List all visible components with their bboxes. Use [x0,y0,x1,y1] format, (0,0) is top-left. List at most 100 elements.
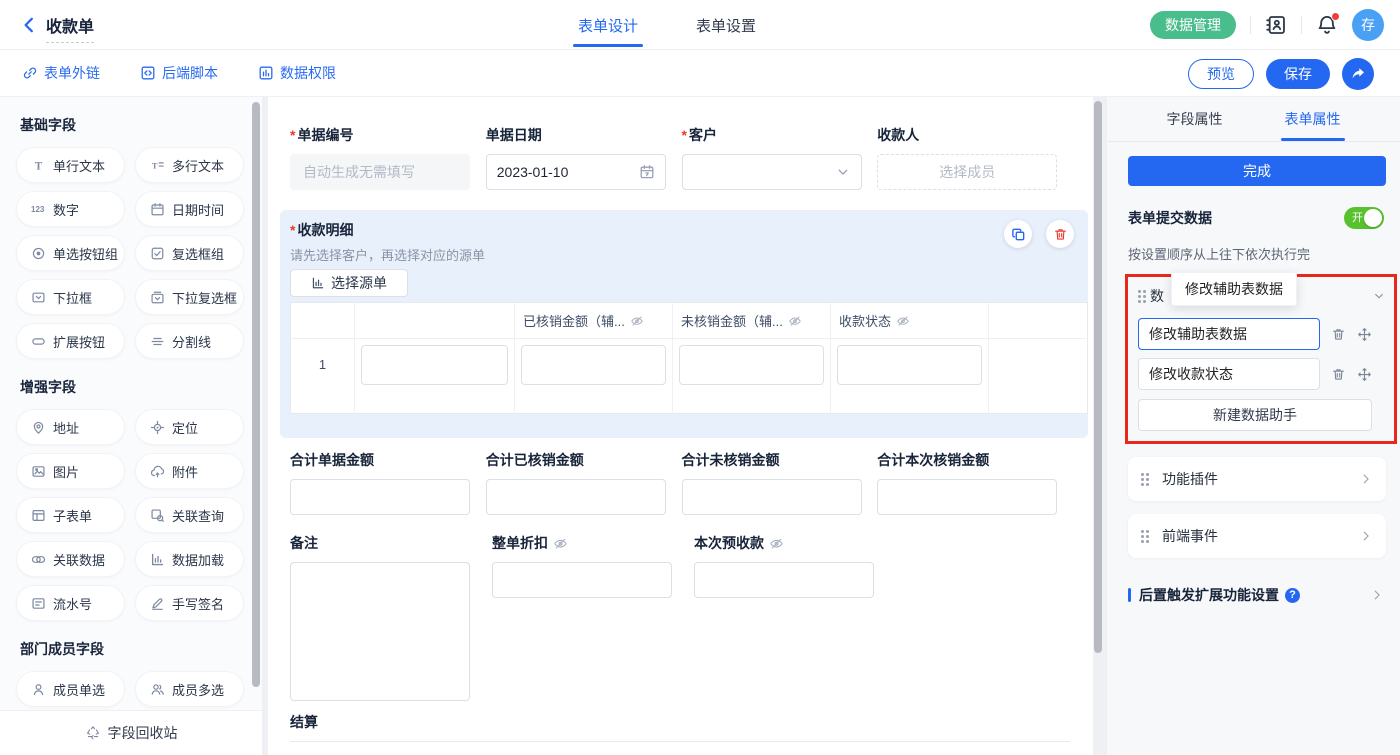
cell-input[interactable] [521,345,666,385]
remark-textarea[interactable] [290,562,470,701]
delete-subform-button[interactable] [1046,220,1074,248]
cell-input[interactable] [837,345,982,385]
new-data-assistant-button[interactable]: 新建数据助手 [1138,399,1372,431]
table-cell[interactable] [355,339,515,414]
field-doc-date[interactable]: 单据日期 2023-01-10 [486,125,682,190]
field-pill-select[interactable]: 下拉框 [16,279,125,315]
data-manage-button[interactable]: 数据管理 [1150,11,1236,39]
field-total-unsettled[interactable]: 合计未核销金额 [682,450,878,515]
move-assistant-icon[interactable] [1357,367,1372,382]
plugins-card[interactable]: 功能插件 [1128,457,1386,501]
field-pill-data-load[interactable]: 数据加载 [135,541,244,577]
move-assistant-icon[interactable] [1357,327,1372,342]
save-button[interactable]: 保存 [1266,59,1330,89]
field-pill-member-single[interactable]: 成员单选 [16,671,125,707]
field-prepay[interactable]: 本次预收款 [694,533,896,701]
assistant-name-input[interactable] [1138,358,1320,390]
drag-handle-icon[interactable] [1141,530,1144,543]
data-assistant-header[interactable]: 数 修改辅助表数据 [1138,282,1386,310]
drag-handle-icon[interactable] [1141,473,1144,486]
avatar[interactable]: 存 [1352,9,1384,41]
col-header-status[interactable]: 收款状态 [831,303,989,339]
field-pill-address[interactable]: 地址 [16,409,125,445]
field-pill-link-data[interactable]: 关联数据 [16,541,125,577]
field-pill-serial[interactable]: 流水号 [16,585,125,621]
eye-off-icon [630,314,644,328]
field-pill-multi-select[interactable]: 下拉复选框 [135,279,244,315]
number-icon: 123 [31,205,48,214]
field-pill-location[interactable]: 定位 [135,409,244,445]
cell-input[interactable] [679,345,824,385]
prepay-input[interactable] [694,562,874,598]
doc-date-input[interactable]: 2023-01-10 [486,154,666,190]
field-pill-subform[interactable]: 子表单 [16,497,125,533]
col-header-settled[interactable]: 已核销金额（辅... [515,303,673,339]
tab-form-settings[interactable]: 表单设置 [696,0,756,50]
field-pill-member-multi[interactable]: 成员多选 [135,671,244,707]
table-cell[interactable] [831,339,989,414]
field-pill-signature[interactable]: 手写签名 [135,585,244,621]
field-pill-image[interactable]: 图片 [16,453,125,489]
cell-input[interactable] [361,345,508,385]
share-button[interactable] [1342,58,1374,90]
eye-off-icon [788,314,802,328]
help-question-icon[interactable]: ? [1285,588,1300,603]
col-header-unsettled[interactable]: 未核销金额（辅... [673,303,831,339]
notification-bell-icon[interactable] [1316,14,1338,36]
field-pill-divider[interactable]: 分割线 [135,323,244,359]
discount-input[interactable] [492,562,672,598]
assistant-name-input[interactable] [1138,318,1320,350]
back-icon[interactable] [20,16,38,34]
field-recycle-bin[interactable]: 字段回收站 [0,710,262,755]
field-doc-no[interactable]: *单据编号 [290,125,486,190]
select-source-button[interactable]: 选择源单 [290,269,408,297]
field-total-this-settle[interactable]: 合计本次核销金额 [877,450,1073,515]
duplicate-subform-button[interactable] [1004,220,1032,248]
field-pill-link-query[interactable]: 关联查询 [135,497,244,533]
total-settled-input[interactable] [486,479,666,515]
submit-data-toggle[interactable]: 开 [1344,207,1384,229]
field-pill-ext-button[interactable]: 扩展按钮 [16,323,125,359]
field-remark[interactable]: 备注 [290,533,492,701]
total-this-settle-input[interactable] [877,479,1057,515]
field-settle-divider[interactable]: 结算 [290,712,1073,742]
post-trigger-settings[interactable]: 后置触发扩展功能设置 ? [1128,585,1384,605]
tab-form-design[interactable]: 表单设计 [578,0,638,50]
field-payee[interactable]: 收款人 选择成员 [877,125,1073,190]
subform-section[interactable]: *收款明细 请先选择客户，再选择对应的源单 选择源单 已核销金额（辅... 未核… [280,210,1088,438]
backend-script-button[interactable]: 后端脚本 [140,63,218,83]
field-total-amount[interactable]: 合计单据金额 [290,450,486,515]
doc-no-input[interactable] [301,163,459,181]
field-pill-radio-group[interactable]: 单选按钮组 [16,235,125,271]
table-cell[interactable] [673,339,831,414]
field-pill-number[interactable]: 123数字 [16,191,125,227]
field-discount[interactable]: 整单折扣 [492,533,694,701]
done-button[interactable]: 完成 [1128,156,1386,186]
payee-member-picker[interactable]: 选择成员 [877,154,1057,190]
field-pill-single-text[interactable]: T单行文本 [16,147,125,183]
table-cell[interactable] [515,339,673,414]
field-pill-attachment[interactable]: 附件 [135,453,244,489]
field-pill-multi-text[interactable]: T多行文本 [135,147,244,183]
contacts-book-icon[interactable] [1265,14,1287,36]
sidebar-scrollbar[interactable] [252,102,260,687]
drag-handle-icon[interactable] [1138,290,1141,303]
canvas-scrollbar[interactable] [1094,101,1102,653]
tab-form-properties[interactable]: 表单属性 [1285,97,1341,141]
field-pill-checkbox-group[interactable]: 复选框组 [135,235,244,271]
customer-select[interactable] [682,154,862,190]
field-pill-datetime[interactable]: 日期时间 [135,191,244,227]
external-link-button[interactable]: 表单外链 [22,63,100,83]
total-unsettled-input[interactable] [682,479,862,515]
delete-assistant-icon[interactable] [1331,327,1346,342]
chevron-down-icon[interactable] [1372,289,1386,303]
field-total-settled[interactable]: 合计已核销金额 [486,450,682,515]
delete-assistant-icon[interactable] [1331,367,1346,382]
total-amount-input[interactable] [290,479,470,515]
assistant-item [1138,318,1372,350]
data-permission-button[interactable]: 数据权限 [258,63,336,83]
tab-field-properties[interactable]: 字段属性 [1167,97,1223,141]
frontend-events-card[interactable]: 前端事件 [1128,514,1386,558]
field-customer[interactable]: *客户 [682,125,878,190]
preview-button[interactable]: 预览 [1188,59,1254,89]
